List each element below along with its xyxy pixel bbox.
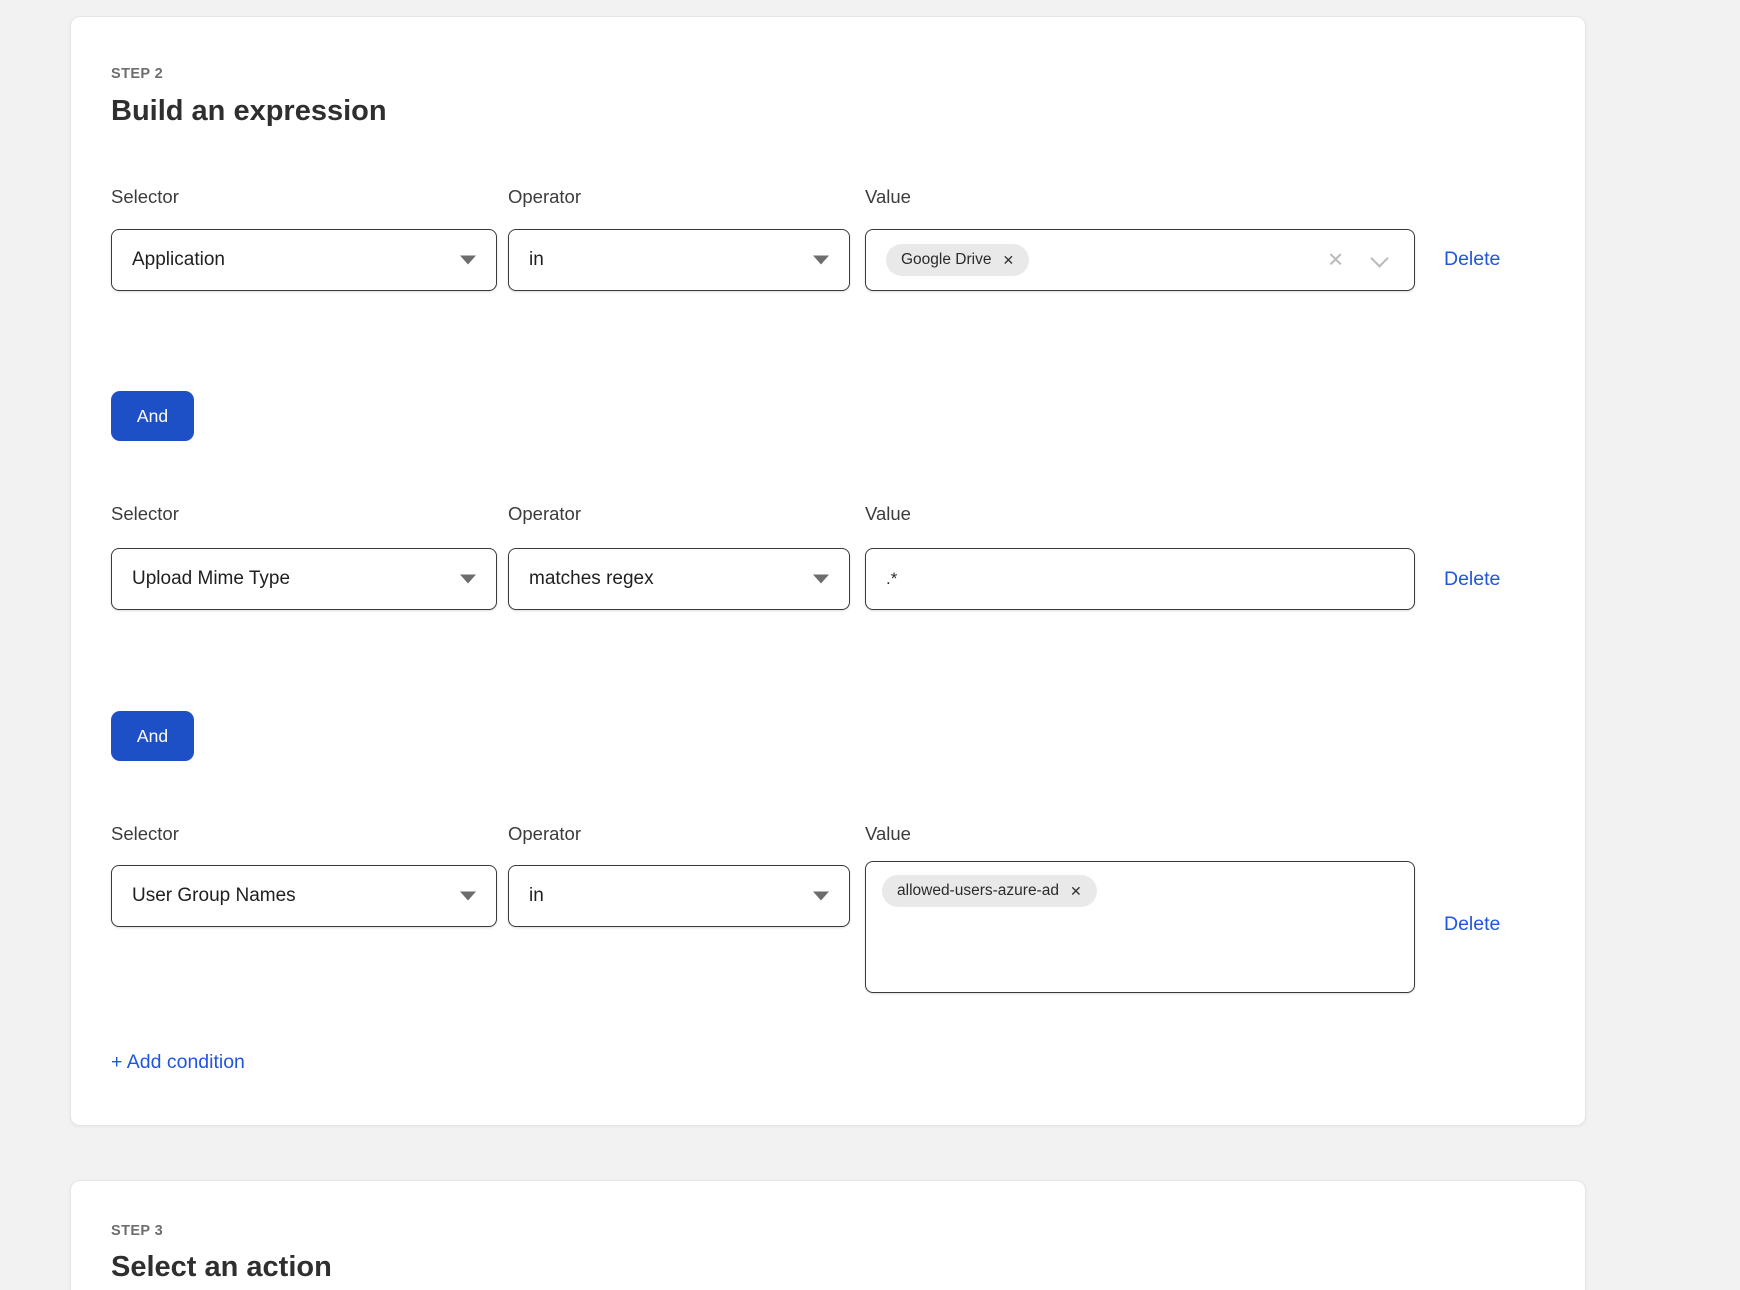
selector-dropdown-1-value: Application: [132, 249, 225, 271]
value-column-label: Value: [865, 823, 1415, 845]
operator-column-label: Operator: [508, 823, 850, 845]
selector-dropdown-1[interactable]: Application: [111, 229, 497, 291]
step3-title: Select an action: [111, 1251, 332, 1284]
delete-condition-3-link[interactable]: Delete: [1444, 913, 1500, 936]
delete-condition-1-link[interactable]: Delete: [1444, 248, 1500, 271]
step2-card: STEP 2 Build an expression Selector Oper…: [70, 16, 1586, 1126]
operator-dropdown-2-value: matches regex: [529, 568, 654, 590]
and-button-1[interactable]: And: [111, 391, 194, 441]
selector-dropdown-2[interactable]: Upload Mime Type: [111, 548, 497, 610]
value-multiselect-3[interactable]: allowed-users-azure-ad ✕: [865, 861, 1415, 993]
selector-dropdown-3-value: User Group Names: [132, 885, 296, 907]
operator-dropdown-2[interactable]: matches regex: [508, 548, 850, 610]
operator-column-label: Operator: [508, 186, 850, 208]
selector-dropdown-3[interactable]: User Group Names: [111, 865, 497, 927]
selector-dropdown-2-value: Upload Mime Type: [132, 568, 290, 590]
value-input-2-text: .*: [886, 569, 897, 589]
value-tag-label: Google Drive: [901, 251, 991, 269]
chevron-down-icon: [460, 256, 476, 265]
operator-dropdown-3[interactable]: in: [508, 865, 850, 927]
and-button-2[interactable]: And: [111, 711, 194, 761]
clear-icon[interactable]: ✕: [1327, 248, 1344, 273]
value-column-label: Value: [865, 503, 1415, 525]
chevron-down-icon: [460, 892, 476, 901]
add-condition-link[interactable]: + Add condition: [111, 1051, 245, 1074]
value-multiselect-1[interactable]: Google Drive ✕ ✕: [865, 229, 1415, 291]
selector-column-label: Selector: [111, 823, 497, 845]
tag-remove-icon[interactable]: ✕: [1002, 253, 1014, 267]
step3-card: STEP 3 Select an action: [70, 1180, 1586, 1290]
value-column-label: Value: [865, 186, 1415, 208]
tag-remove-icon[interactable]: ✕: [1070, 884, 1082, 898]
operator-column-label: Operator: [508, 503, 850, 525]
value-tag: Google Drive ✕: [886, 244, 1029, 276]
dropdown-chevron-icon[interactable]: [1370, 249, 1388, 267]
operator-dropdown-1-value: in: [529, 249, 544, 271]
chevron-down-icon: [813, 575, 829, 584]
chevron-down-icon: [460, 575, 476, 584]
operator-dropdown-1[interactable]: in: [508, 229, 850, 291]
delete-condition-2-link[interactable]: Delete: [1444, 568, 1500, 591]
selector-column-label: Selector: [111, 503, 497, 525]
value-tag-label: allowed-users-azure-ad: [897, 882, 1059, 900]
value-tag: allowed-users-azure-ad ✕: [882, 875, 1097, 907]
step3-label: STEP 3: [111, 1223, 163, 1239]
operator-dropdown-3-value: in: [529, 885, 544, 907]
chevron-down-icon: [813, 892, 829, 901]
chevron-down-icon: [813, 256, 829, 265]
selector-column-label: Selector: [111, 186, 497, 208]
step2-label: STEP 2: [111, 66, 163, 82]
value-input-2[interactable]: .*: [865, 548, 1415, 610]
step2-title: Build an expression: [111, 95, 387, 128]
